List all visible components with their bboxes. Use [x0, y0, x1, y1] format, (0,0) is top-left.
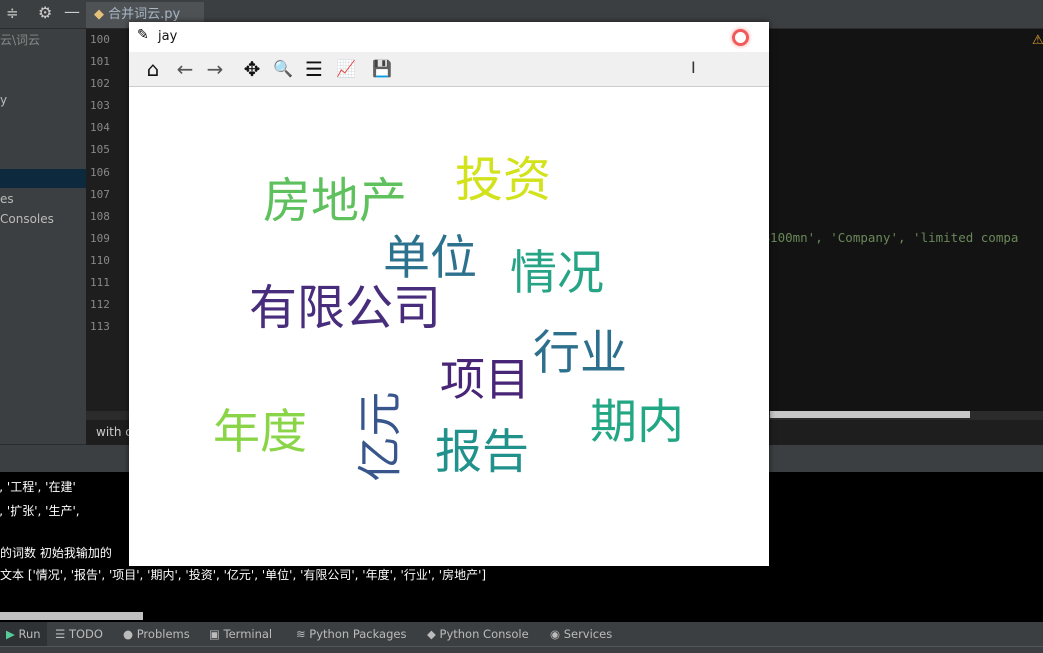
tab-label: Python Console	[439, 627, 529, 641]
project-item[interactable]: 云\词云	[0, 31, 86, 50]
gear-icon[interactable]: ⚙	[38, 3, 52, 22]
word-hangye: 行业	[533, 326, 627, 381]
line-number-gutter: 100 101 102 103 104 105 106 107 108 109 …	[86, 29, 130, 411]
project-item[interactable]: es	[0, 190, 86, 209]
window-title-bar: ✎ jay	[129, 22, 769, 52]
word-xiangmu: 项目	[440, 353, 531, 406]
word-youxiangongsi: 有限公司	[249, 280, 442, 336]
line-number: 110	[90, 253, 110, 267]
tab-run[interactable]: ▶ Run	[0, 622, 47, 646]
line-number: 104	[90, 121, 110, 135]
app-icon: ✎	[137, 27, 149, 43]
tab-label: Run	[18, 627, 41, 641]
tab-terminal[interactable]: ▣ Terminal	[209, 622, 272, 646]
customize-icon[interactable]: 📈	[333, 57, 359, 81]
project-panel: 云\词云 y es Consoles	[0, 29, 86, 444]
line-number: 105	[90, 143, 110, 157]
tab-python-packages[interactable]: ≋ Python Packages	[296, 622, 406, 646]
packages-icon: ≋	[296, 627, 306, 641]
tool-window-tabs: ▶ Run ☰ TODO ● Problems ▣ Terminal ≋ Pyt…	[0, 622, 1043, 646]
tab-problems[interactable]: ● Problems	[123, 622, 190, 646]
console-line: ', '扩张', '生产',	[0, 504, 80, 518]
line-number: 111	[90, 276, 110, 290]
tab-label: 合并词云.py	[108, 7, 181, 22]
tab-label: TODO	[68, 627, 103, 641]
tab-python-console[interactable]: ◆ Python Console	[427, 622, 529, 646]
window-title: jay	[158, 29, 178, 44]
forward-icon[interactable]: →	[202, 57, 228, 81]
word-qingkuang: 情况	[510, 246, 604, 301]
python-file-icon: ◆	[94, 7, 109, 22]
services-icon: ◉	[550, 627, 561, 641]
word-fangdichan: 房地产	[263, 173, 408, 229]
word-niandu: 年度	[213, 405, 307, 460]
list-icon: ☰	[55, 627, 66, 641]
project-item[interactable]: y	[0, 91, 86, 110]
line-number: 108	[90, 209, 110, 223]
tab-label: Services	[563, 627, 613, 641]
word-yiyuan: 亿元	[353, 391, 407, 482]
console-line: ', '工程', '在建'	[0, 480, 76, 494]
word-baogao: 报告	[435, 425, 529, 480]
tab-label: Python Packages	[309, 627, 407, 641]
pan-icon[interactable]: ✥	[239, 57, 265, 81]
problems-icon: ●	[123, 627, 134, 641]
minimize-icon[interactable]: —	[64, 2, 80, 21]
collapse-icon[interactable]: ≑	[6, 4, 19, 22]
project-item[interactable]: Consoles	[0, 210, 86, 229]
wordcloud-canvas[interactable]: 房地产 投资 单位 情况 有限公司 行业 项目 亿元 年度 报告 期内	[129, 87, 769, 566]
line-number: 103	[90, 99, 110, 113]
console-line: 文本 ['情况', '报告', '项目', '期内', '投资', '亿元', …	[0, 568, 487, 582]
line-number: 101	[90, 55, 110, 69]
tab-label: Terminal	[223, 627, 273, 641]
home-icon[interactable]: ⌂	[140, 57, 166, 81]
line-number: 106	[90, 165, 110, 179]
line-number: 102	[90, 77, 110, 91]
line-number: 113	[90, 320, 110, 334]
python-icon: ◆	[427, 627, 436, 641]
word-danwei: 单位	[383, 231, 477, 286]
tab-todo[interactable]: ☰ TODO	[55, 622, 103, 646]
line-number: 100	[90, 33, 110, 46]
project-item-selected[interactable]	[0, 169, 86, 188]
line-number: 107	[90, 187, 110, 201]
line-number: 109	[90, 231, 110, 245]
matplotlib-figure-window: ✎ jay ⌂ ← → ✥ 🔍 ☰ 📈 💾 I 房地产 投资 单位 情况 有限公…	[129, 22, 769, 566]
back-icon[interactable]: ←	[172, 57, 198, 81]
console-horizontal-scrollbar[interactable]	[0, 612, 143, 620]
close-icon[interactable]	[732, 29, 749, 46]
subplots-icon[interactable]: ☰	[301, 57, 327, 81]
tab-services[interactable]: ◉ Services	[550, 622, 612, 646]
warning-icon[interactable]: ⚠	[1032, 33, 1043, 48]
word-qinei: 期内	[590, 395, 684, 450]
zoom-icon[interactable]: 🔍	[270, 57, 296, 81]
navigation-toolbar: ⌂ ← → ✥ 🔍 ☰ 📈 💾 I	[129, 52, 769, 87]
console-line: 的词数 初始我输加的	[0, 546, 112, 560]
editor-horizontal-scrollbar[interactable]	[770, 411, 970, 418]
tab-label: Problems	[136, 627, 190, 641]
save-icon[interactable]: 💾	[369, 57, 395, 81]
terminal-icon: ▣	[209, 627, 220, 641]
text-cursor-icon: I	[691, 58, 696, 77]
word-touzi: 投资	[455, 152, 552, 208]
code-line[interactable]: MB100mn', 'Company', 'limited compa	[755, 230, 1018, 245]
line-number: 112	[90, 298, 110, 312]
run-icon: ▶	[6, 627, 15, 641]
